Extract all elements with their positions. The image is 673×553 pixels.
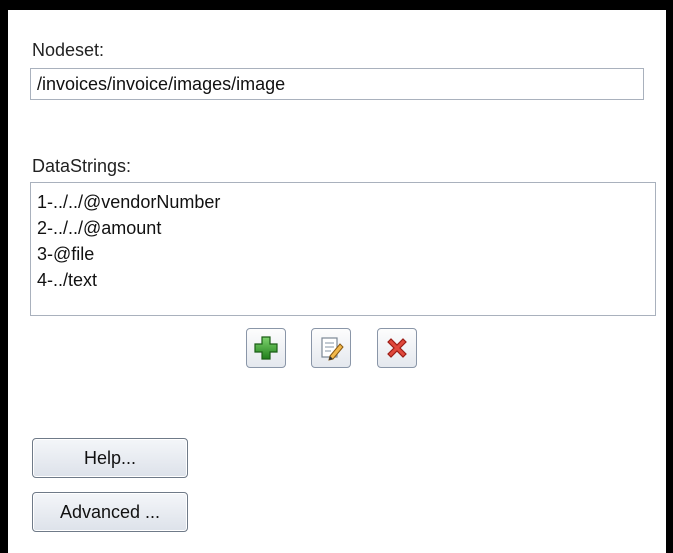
delete-x-icon xyxy=(384,335,410,361)
advanced-button[interactable]: Advanced ... xyxy=(32,492,188,532)
datastrings-list[interactable]: 1-../../@vendorNumber 2-../../@amount 3-… xyxy=(30,182,656,316)
delete-datastring-button[interactable] xyxy=(377,328,417,368)
add-datastring-button[interactable] xyxy=(246,328,286,368)
datastrings-label: DataStrings: xyxy=(32,156,132,176)
edit-datastring-button[interactable] xyxy=(311,328,351,368)
help-button[interactable]: Help... xyxy=(32,438,188,478)
list-item[interactable]: 3-@file xyxy=(37,241,655,267)
dialog-panel: Nodeset: DataStrings: 1-../../@vendorNum… xyxy=(0,0,673,553)
list-item[interactable]: 4-../text xyxy=(37,267,655,293)
list-item[interactable]: 2-../../@amount xyxy=(37,215,655,241)
nodeset-input[interactable] xyxy=(30,68,644,100)
list-item[interactable]: 1-../../@vendorNumber xyxy=(37,189,655,215)
plus-icon xyxy=(253,335,279,361)
edit-icon xyxy=(318,335,344,361)
nodeset-label: Nodeset: xyxy=(32,40,105,60)
